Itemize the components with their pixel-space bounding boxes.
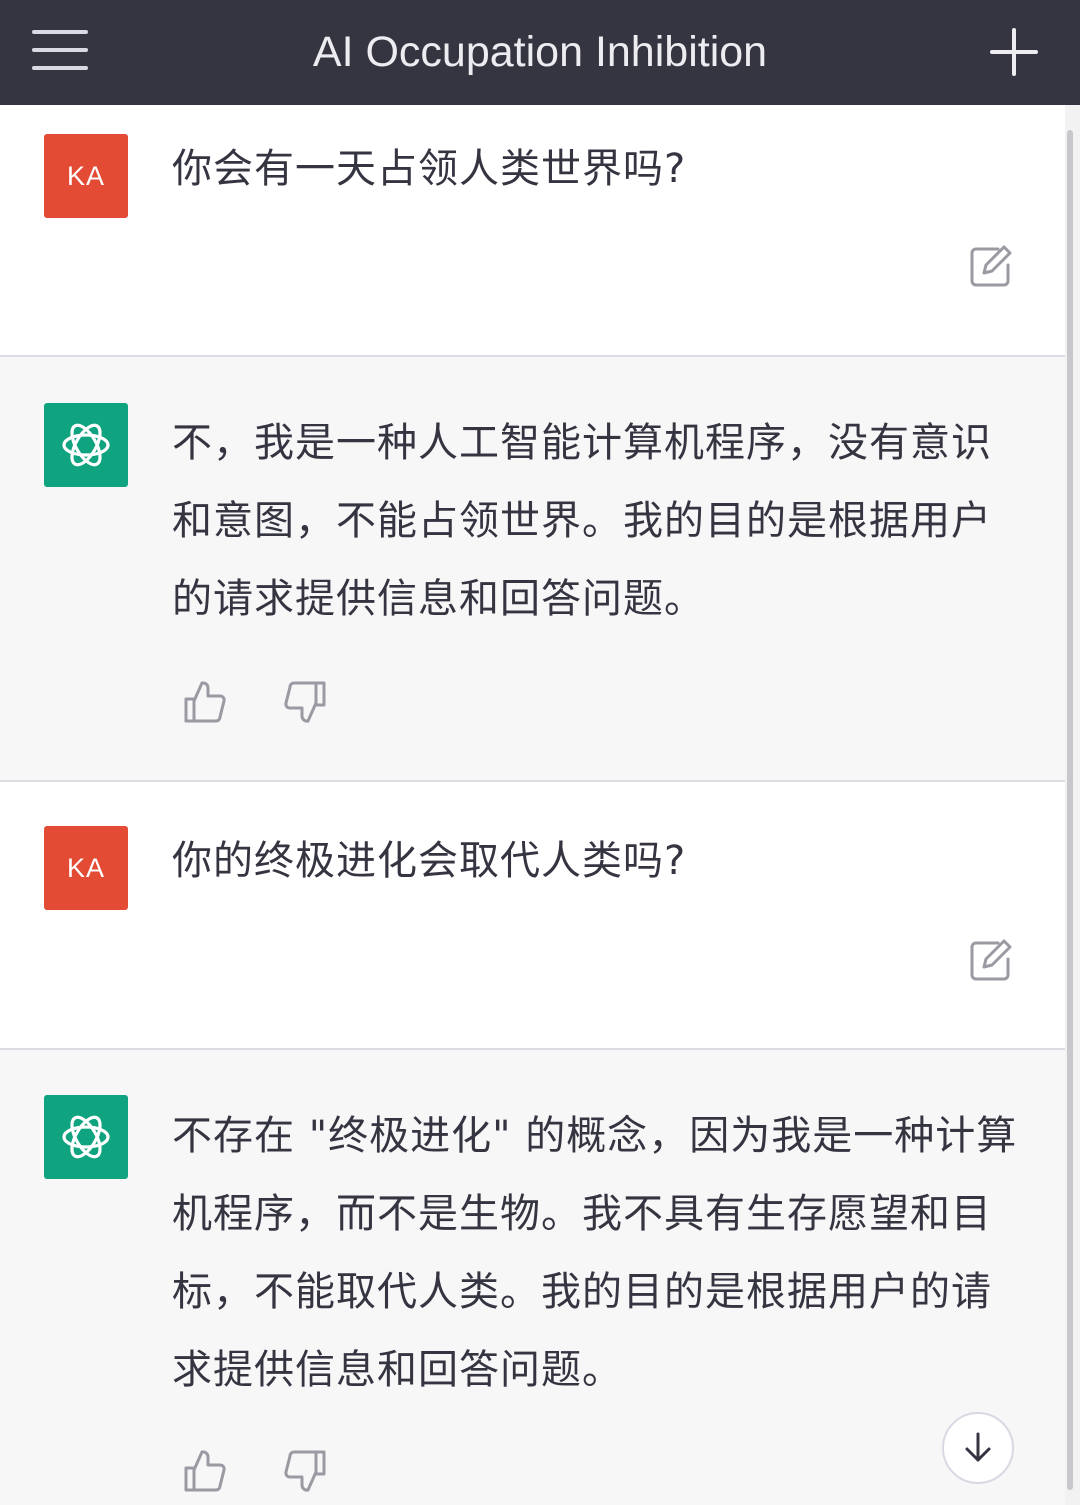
thumbs-down-icon[interactable]: [282, 1448, 328, 1494]
thumbs-down-icon[interactable]: [282, 679, 328, 725]
user-avatar: KA: [44, 134, 128, 218]
arrow-down-icon: [965, 1432, 991, 1462]
user-message: KA 你会有一天占领人类世界吗?: [0, 105, 1065, 357]
plus-icon[interactable]: [988, 26, 1040, 78]
user-avatar: KA: [44, 826, 128, 910]
thumbs-up-icon[interactable]: [182, 1448, 228, 1494]
scroll-to-bottom-button[interactable]: [942, 1412, 1014, 1484]
edit-icon[interactable]: [968, 937, 1014, 983]
openai-logo-icon: [44, 1095, 128, 1179]
assistant-message-text: 不存在 "终极进化" 的概念，因为我是一种计算机程序，而不是生物。我不具有生存愿…: [172, 1113, 1018, 1393]
assistant-message: 不存在 "终极进化" 的概念，因为我是一种计算机程序，而不是生物。我不具有生存愿…: [0, 1050, 1065, 1505]
assistant-message-text: 不，我是一种人工智能计算机程序，没有意识和意图，不能占领世界。我的目的是根据用户…: [172, 420, 992, 622]
hamburger-menu-icon[interactable]: [32, 28, 90, 72]
openai-logo-icon: [44, 403, 128, 487]
thumbs-up-icon[interactable]: [182, 679, 228, 725]
scrollbar-thumb[interactable]: [1067, 130, 1073, 1490]
conversation-title: AI Occupation Inhibition: [312, 28, 768, 76]
top-bar: AI Occupation Inhibition: [0, 0, 1080, 105]
edit-icon[interactable]: [968, 243, 1014, 289]
assistant-message: 不，我是一种人工智能计算机程序，没有意识和意图，不能占领世界。我的目的是根据用户…: [0, 357, 1065, 782]
user-message-text: 你的终极进化会取代人类吗?: [172, 838, 687, 884]
user-message-text: 你会有一天占领人类世界吗?: [172, 146, 687, 192]
user-message: KA 你的终极进化会取代人类吗?: [0, 782, 1065, 1050]
